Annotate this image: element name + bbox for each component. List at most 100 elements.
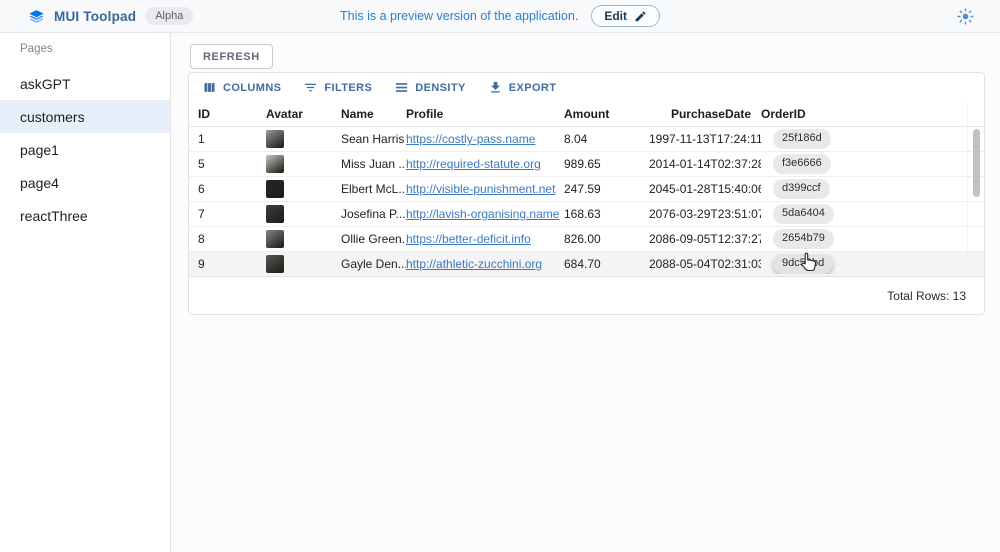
cell-id: 8 [198,232,266,246]
grid-vertical-scrollbar[interactable] [973,129,980,197]
cell-name: Josefina P... [341,207,406,221]
cell-purchase-date: 2086-09-05T12:37:27.015Z [649,232,761,246]
cell-amount: 168.63 [564,207,649,221]
cell-id: 6 [198,182,266,196]
table-row[interactable]: 9 Gayle Den...http://athletic-zucchini.or… [189,252,984,277]
column-header-profile[interactable]: Profile [406,107,564,121]
profile-link[interactable]: http://visible-punishment.net [406,182,555,196]
sidebar-item-customers[interactable]: customers [0,100,170,133]
profile-link[interactable]: http://athletic-zucchini.org [406,257,542,271]
column-header-amount[interactable]: Amount [564,107,649,121]
cell-order-id: 5da6404 [761,204,921,223]
theme-toggle-button[interactable] [957,8,974,25]
total-rows-label: Total Rows: 13 [887,289,966,303]
cell-amount: 247.59 [564,182,649,196]
cell-amount: 684.70 [564,257,649,271]
sun-icon [957,8,974,25]
export-button[interactable]: EXPORT [480,76,565,99]
table-row[interactable]: 1Sean Harrishttps://costly-pass.name8.04… [189,127,984,152]
cell-profile: http://athletic-zucchini.org [406,257,564,271]
app-title: MUI Toolpad [54,9,136,24]
profile-link[interactable]: https://better-deficit.info [406,232,531,246]
refresh-button[interactable]: REFRESH [190,44,273,69]
profile-link[interactable]: http://required-statute.org [406,157,541,171]
cell-purchase-date: 2045-01-28T15:40:06.325Z [649,182,761,196]
table-row[interactable]: 7 Josefina P...http://lavish-organising.n… [189,202,984,227]
cell-purchase-date: 2076-03-29T23:51:07.968Z [649,207,761,221]
cell-name: Gayle Den... [341,257,406,271]
sidebar-item-reactThree[interactable]: reactThree [0,199,170,232]
filters-button[interactable]: FILTERS [295,76,380,99]
cell-id: 1 [198,132,266,146]
cell-name: Ollie Green... [341,232,406,246]
order-id-chip[interactable]: f3e6666 [773,154,831,173]
avatar [266,230,284,248]
cell-avatar [266,230,341,248]
avatar [266,255,284,273]
toolpad-logo-icon [28,8,45,25]
customers-data-grid: COLUMNS FILTERS DENSITY EXPORT IDAvatarName… [188,72,985,315]
toolbar-button-label: FILTERS [324,82,372,94]
avatar [266,155,284,173]
cell-order-id: d399ccf [761,179,921,198]
sidebar-item-page1[interactable]: page1 [0,133,170,166]
density-button[interactable]: DENSITY [386,76,473,99]
preview-banner: This is a preview version of the applica… [340,0,660,32]
edit-button-label: Edit [604,9,627,23]
edit-button[interactable]: Edit [591,5,660,27]
table-row[interactable]: 8 Ollie Green...https://better-deficit.in… [189,227,984,252]
grid-rows: 1Sean Harrishttps://costly-pass.name8.04… [189,127,984,277]
order-id-chip[interactable]: 9dc59bd [773,254,833,273]
sidebar-item-askGPT[interactable]: askGPT [0,67,170,100]
grid-toolbar: COLUMNS FILTERS DENSITY EXPORT [189,73,984,102]
cell-profile: http://visible-punishment.net [406,182,564,196]
cell-avatar [266,155,341,173]
cell-profile: https://better-deficit.info [406,232,564,246]
grid-header-row: IDAvatarNameProfileAmountPurchaseDateOrd… [189,102,984,127]
avatar [266,180,284,198]
cell-order-id: 25f186d [761,129,921,148]
columns-icon [202,80,217,95]
pencil-icon [634,10,647,23]
column-header-id[interactable]: ID [198,107,266,121]
toolbar-button-label: EXPORT [509,82,557,94]
cell-id: 7 [198,207,266,221]
toolbar-button-label: COLUMNS [223,82,281,94]
sidebar-item-page4[interactable]: page4 [0,166,170,199]
order-id-chip[interactable]: 5da6404 [773,204,834,223]
sidebar: Pages askGPTcustomerspage1page4reactThre… [0,33,171,552]
cell-amount: 826.00 [564,232,649,246]
profile-link[interactable]: http://lavish-organising.name [406,207,559,221]
cell-id: 5 [198,157,266,171]
column-header-purchasedate[interactable]: PurchaseDate [649,107,761,121]
toolbar-button-label: DENSITY [415,82,465,94]
cell-id: 9 [198,257,266,271]
cell-profile: http://lavish-organising.name [406,207,564,221]
columns-button[interactable]: COLUMNS [194,76,289,99]
cell-amount: 989.65 [564,157,649,171]
app-bar-actions [957,0,974,32]
alpha-badge: Alpha [145,7,193,25]
column-header-orderid[interactable]: OrderID [761,107,921,121]
preview-banner-text: This is a preview version of the applica… [340,9,578,23]
filters-icon [303,80,318,95]
order-id-chip[interactable]: 2654b79 [773,229,834,248]
app-window: MUI Toolpad Alpha This is a preview vers… [0,0,1000,552]
export-icon [488,80,503,95]
cell-order-id: f3e6666 [761,154,921,173]
sidebar-items: askGPTcustomerspage1page4reactThree [0,67,170,232]
table-row[interactable]: 5 Miss Juan ...http://required-statute.or… [189,152,984,177]
cell-name: Miss Juan ... [341,157,406,171]
profile-link[interactable]: https://costly-pass.name [406,132,535,146]
cell-order-id: 9dc59bd [761,254,921,273]
cell-avatar [266,180,341,198]
order-id-chip[interactable]: 25f186d [773,129,831,148]
order-id-chip[interactable]: d399ccf [773,179,830,198]
cell-avatar [266,205,341,223]
cell-name: Elbert McL... [341,182,406,196]
column-header-avatar[interactable]: Avatar [266,107,341,121]
column-header-name[interactable]: Name [341,107,406,121]
cell-amount: 8.04 [564,132,649,146]
grid-footer: Total Rows: 13 [189,276,984,314]
table-row[interactable]: 6 Elbert McL...http://visible-punishment.… [189,177,984,202]
